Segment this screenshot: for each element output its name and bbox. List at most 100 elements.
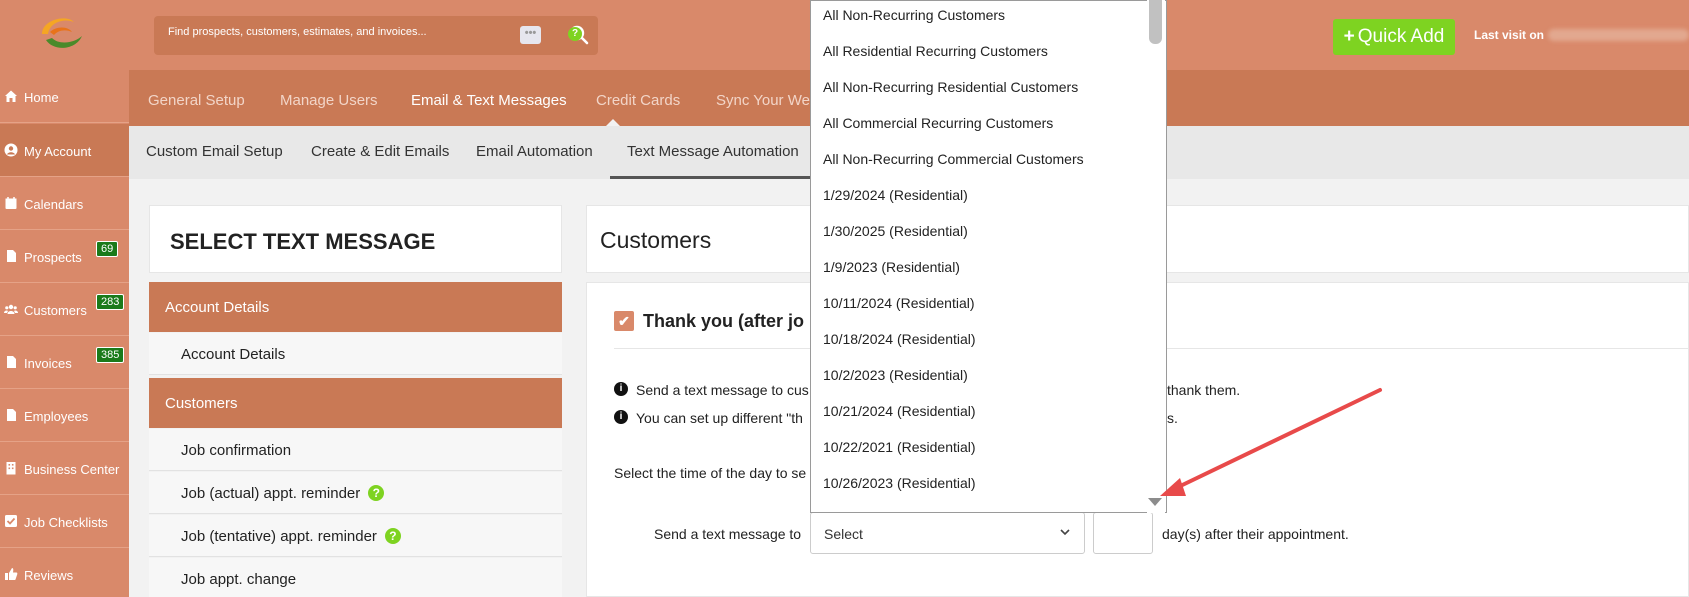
list-item[interactable]: Job confirmation <box>149 429 562 471</box>
dropdown-option[interactable]: 10/21/2024 (Residential) <box>823 403 976 419</box>
count-badge: 69 <box>96 241 119 257</box>
last-visit-value-redacted <box>1548 29 1689 41</box>
days-input[interactable] <box>1093 512 1153 554</box>
enable-message-checkbox[interactable]: ✔ <box>614 311 634 331</box>
sidebar-item-employees[interactable]: Employees <box>0 389 129 442</box>
active-tab-caret <box>606 119 620 126</box>
list-item[interactable]: Account Details <box>149 333 562 375</box>
list-item-label: Job (actual) appt. reminder? <box>181 485 385 502</box>
sidebar-item-invoices[interactable]: Invoices 385 <box>0 336 129 389</box>
section-header-customers: Customers <box>149 378 562 428</box>
sidebar-item-label: My Account <box>24 144 92 159</box>
sidebar-item-label: Employees <box>24 409 89 424</box>
checkbox-icon <box>5 515 17 527</box>
dropdown-option[interactable]: 10/18/2024 (Residential) <box>823 331 976 347</box>
count-badge: 385 <box>96 347 125 363</box>
calendar-icon <box>5 197 17 209</box>
info-icon: i <box>614 382 628 396</box>
sidebar-item-business-center[interactable]: Business Center <box>0 442 129 495</box>
company-logo[interactable] <box>36 12 88 60</box>
dropdown-option[interactable]: All Non-Recurring Residential Customers <box>823 79 1078 95</box>
sidebar-item-job-checklists[interactable]: Job Checklists <box>0 495 129 548</box>
sidebar-item-label: Home <box>24 90 59 105</box>
sidebar-item-label: Prospects <box>24 250 82 265</box>
last-visit-label: Last visit on <box>1474 28 1545 42</box>
sidebar-item-label: Business Center <box>24 462 120 477</box>
select-value: Select <box>824 526 863 542</box>
dropdown-option[interactable]: All Residential Recurring Customers <box>823 43 1048 59</box>
sidebar-item-label: Job Checklists <box>24 515 108 530</box>
dropdown-option[interactable]: 1/29/2024 (Residential) <box>823 187 968 203</box>
quick-add-button[interactable]: + Quick Add <box>1333 19 1455 55</box>
tab-text-message-automation[interactable]: Text Message Automation <box>627 143 799 160</box>
info-line-tail: thank them. <box>1167 382 1241 398</box>
search-input[interactable] <box>168 26 518 38</box>
section-heading: Account Details <box>165 299 270 316</box>
dropdown-option[interactable]: All Non-Recurring Customers <box>823 7 1005 23</box>
dropdown-option[interactable]: 10/11/2024 (Residential) <box>823 295 975 311</box>
sidebar-item-my-account[interactable]: My Account <box>0 124 129 177</box>
chevron-down-icon <box>1060 529 1070 536</box>
sidebar-item-label: Customers <box>24 303 87 318</box>
list-item[interactable]: Job (tentative) appt. reminder? <box>149 515 562 557</box>
sidebar-item-customers[interactable]: Customers 283 <box>0 283 129 336</box>
list-item[interactable]: Job (actual) appt. reminder? <box>149 472 562 514</box>
days-after-label: day(s) after their appointment. <box>1162 526 1349 542</box>
scrollbar-thumb[interactable] <box>1149 0 1162 44</box>
recipient-dropdown-list[interactable]: All Non-Recurring Customers All Resident… <box>810 0 1167 513</box>
list-item-label: Account Details <box>181 346 286 363</box>
list-item-label: Job appt. change <box>181 571 297 588</box>
sidebar-item-label: Calendars <box>24 197 84 212</box>
list-item[interactable]: Job appt. change <box>149 558 562 597</box>
section-heading: Customers <box>165 395 238 412</box>
global-search: ••• <box>154 16 598 55</box>
info-line: Send a text message to cus <box>636 382 809 398</box>
dropdown-option[interactable]: 10/22/2021 (Residential) <box>823 439 976 455</box>
document-icon <box>7 409 16 421</box>
dropdown-option[interactable]: All Commercial Recurring Customers <box>823 115 1053 131</box>
thumbs-up-icon <box>5 568 18 580</box>
dropdown-scrollbar[interactable] <box>1147 0 1165 513</box>
dropdown-option[interactable]: 10/26/2023 (Residential) <box>823 475 976 491</box>
help-icon[interactable]: ? <box>568 27 582 41</box>
sidebar-item-home[interactable]: Home <box>0 70 129 123</box>
sidebar-item-calendars[interactable]: Calendars <box>0 177 129 230</box>
dropdown-option[interactable]: All Non-Recurring Commercial Customers <box>823 151 1084 167</box>
active-subtab-underline <box>610 176 810 179</box>
sidebar-item-prospects[interactable]: Prospects 69 <box>0 230 129 283</box>
dropdown-option[interactable]: 10/2/2023 (Residential) <box>823 367 968 383</box>
section-header-account-details: Account Details <box>149 282 562 332</box>
tab-sync-your-website[interactable]: Sync Your Web <box>716 92 818 109</box>
panel-title: SELECT TEXT MESSAGE <box>170 229 436 254</box>
document-icon <box>7 250 16 262</box>
user-icon <box>4 143 18 157</box>
sidebar-item-label: Invoices <box>24 356 72 371</box>
sidebar: Home My Account Calendars Prospects 69 C… <box>0 70 129 597</box>
tab-email-automation[interactable]: Email Automation <box>476 143 593 160</box>
quick-add-label: Quick Add <box>1357 26 1445 47</box>
info-line: You can set up different "th <box>636 410 803 426</box>
help-icon[interactable]: ? <box>368 485 385 501</box>
tab-email-text-messages[interactable]: Email & Text Messages <box>411 92 567 109</box>
time-of-day-label: Select the time of the day to se <box>614 465 807 481</box>
send-message-label: Send a text message to <box>654 526 802 542</box>
tab-custom-email-setup[interactable]: Custom Email Setup <box>146 143 283 160</box>
tab-create-edit-emails[interactable]: Create & Edit Emails <box>311 143 449 160</box>
recipient-select[interactable]: Select <box>810 512 1085 554</box>
dropdown-option[interactable]: 1/30/2025 (Residential) <box>823 223 968 239</box>
list-item-label: Job confirmation <box>181 442 292 459</box>
help-icon[interactable]: ? <box>384 528 401 544</box>
list-item-label: Job (tentative) appt. reminder? <box>181 528 401 545</box>
info-icon: i <box>614 410 628 424</box>
building-icon <box>6 462 16 475</box>
tab-general-setup[interactable]: General Setup <box>148 92 245 109</box>
plus-icon: + <box>1343 26 1355 47</box>
dropdown-option[interactable]: 1/9/2023 (Residential) <box>823 259 960 275</box>
select-text-message-panel: SELECT TEXT MESSAGE <box>149 205 562 273</box>
more-options-button[interactable]: ••• <box>520 26 541 44</box>
tab-credit-cards[interactable]: Credit Cards <box>596 92 680 109</box>
scroll-down-arrow-icon[interactable] <box>1148 498 1162 506</box>
tab-manage-users[interactable]: Manage Users <box>280 92 378 109</box>
sidebar-item-reviews[interactable]: Reviews <box>0 548 129 597</box>
info-line-tail: s. <box>1167 410 1178 426</box>
